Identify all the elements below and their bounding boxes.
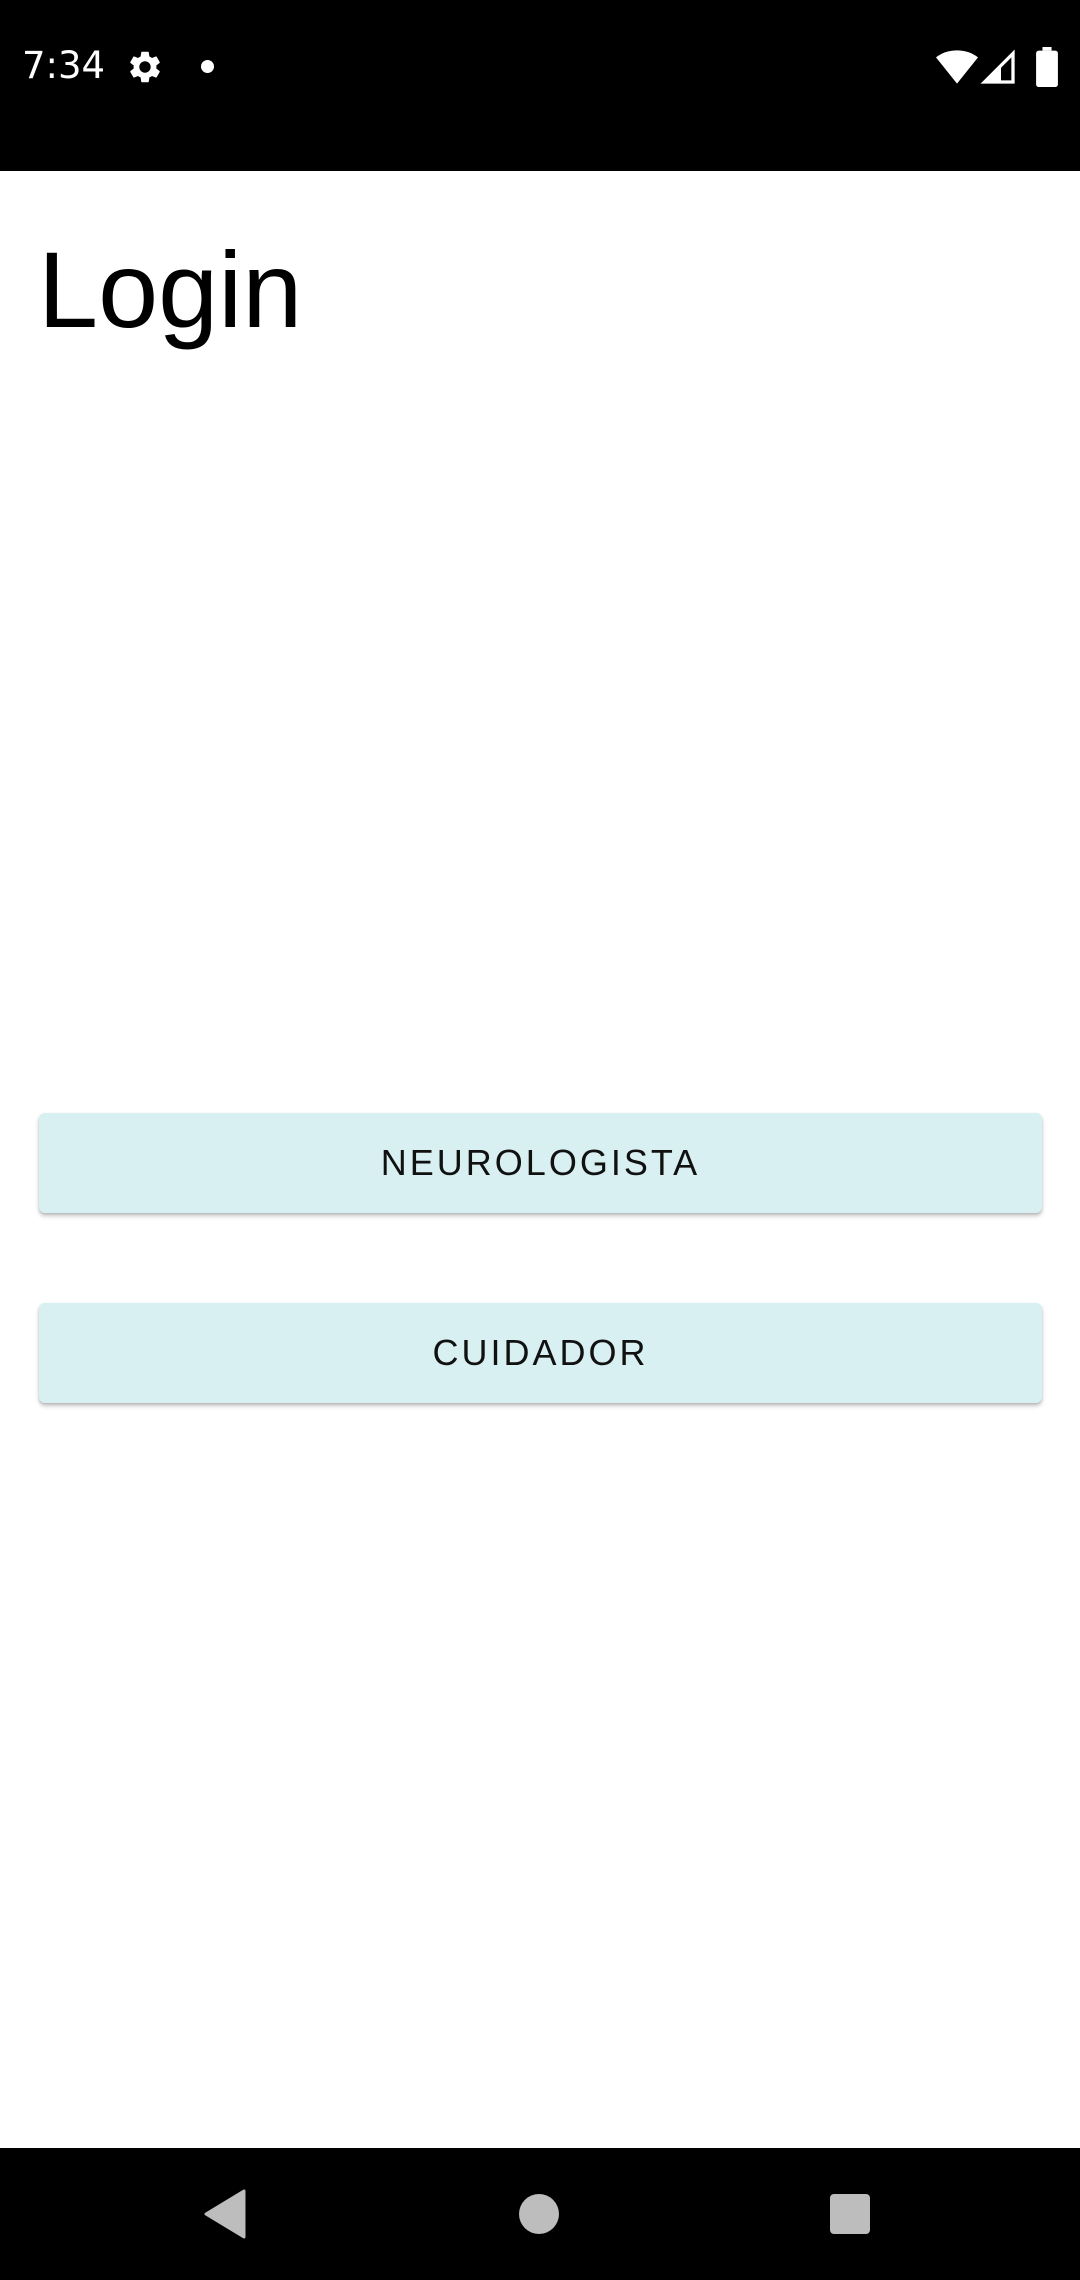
page-title: Login [38,229,303,350]
recents-icon[interactable] [830,2194,870,2234]
back-icon[interactable] [204,2189,246,2239]
wifi-icon [936,50,978,84]
navigation-bar [0,2148,1080,2280]
neurologista-button[interactable]: NEUROLOGISTA [39,1113,1042,1213]
home-icon[interactable] [519,2194,559,2234]
status-time: 7:34 [22,44,106,87]
status-bar: 7:34 [0,0,1080,171]
cuidador-button[interactable]: CUIDADOR [39,1303,1042,1403]
battery-icon [1036,47,1058,87]
cell-signal-icon [980,49,1015,84]
notification-dot-icon [201,60,214,73]
gear-icon [130,51,160,83]
